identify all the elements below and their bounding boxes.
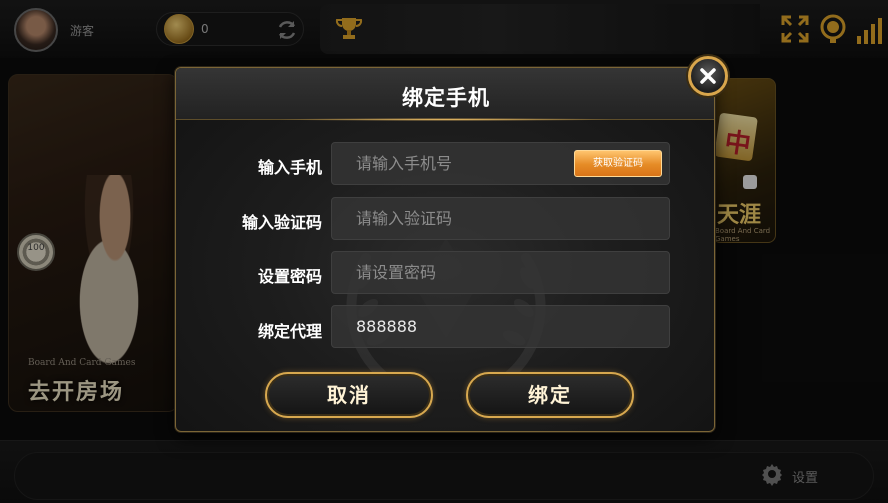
- password-input[interactable]: [356, 252, 656, 293]
- verification-code-label: 输入验证码: [241, 213, 322, 232]
- bind-button[interactable]: 绑定: [466, 372, 634, 418]
- phone-label: 输入手机: [257, 158, 322, 177]
- phone-input[interactable]: [356, 143, 566, 184]
- phone-field-box: 获取验证码: [331, 142, 670, 185]
- agent-field-box: [331, 305, 670, 348]
- verification-code-input[interactable]: [356, 198, 656, 239]
- dialog-title: 绑定手机: [402, 86, 490, 110]
- get-code-button[interactable]: 获取验证码: [574, 150, 662, 177]
- agent-input[interactable]: [356, 306, 656, 347]
- header-glow: [276, 118, 616, 121]
- verification-code-field-box: [331, 197, 670, 240]
- close-icon: [700, 68, 716, 84]
- bind-phone-dialog: 绑定手机 输入手机 获取验证码 输入验证码 设置密码 绑定代理 取消: [175, 67, 715, 432]
- close-button[interactable]: [688, 56, 728, 96]
- password-label: 设置密码: [257, 267, 322, 286]
- agent-label: 绑定代理: [257, 322, 322, 341]
- cancel-button[interactable]: 取消: [265, 372, 433, 418]
- password-field-box: [331, 251, 670, 294]
